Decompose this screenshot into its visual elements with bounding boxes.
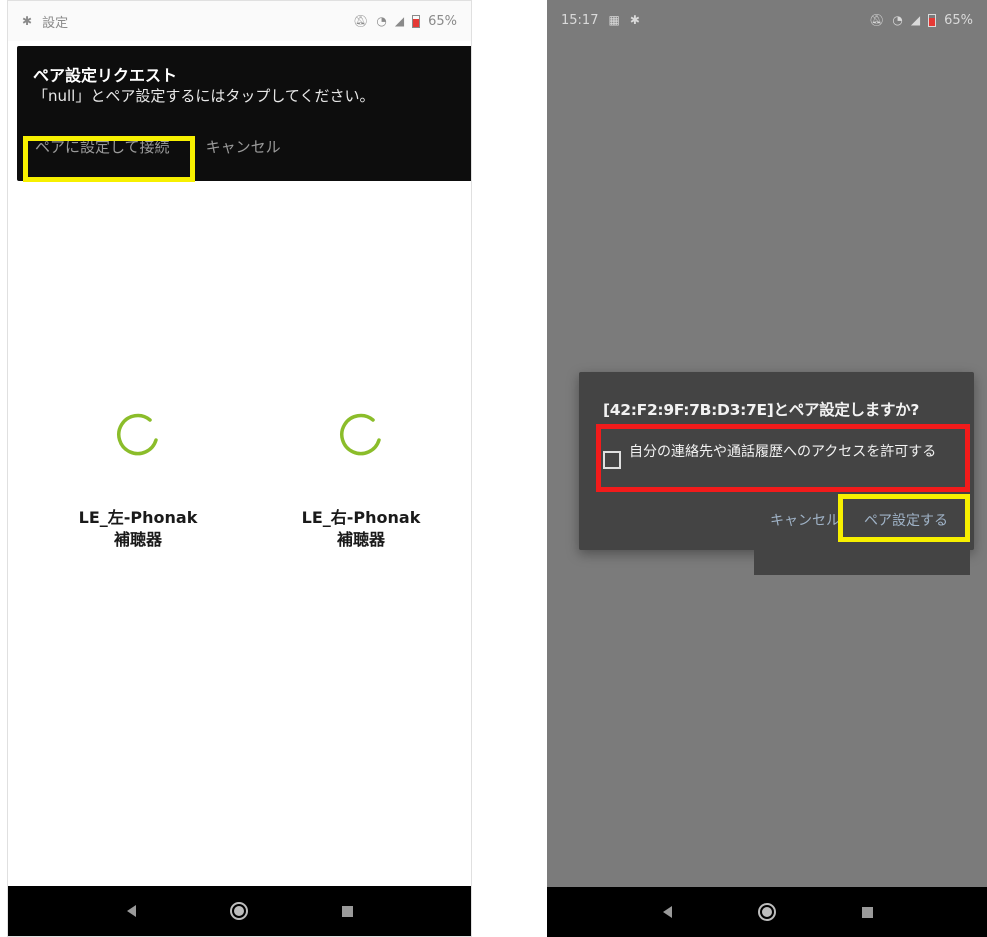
notification-title: ペア設定リクエスト bbox=[33, 66, 178, 85]
right-phone-screen: 15:17 ▦ ✱ 🔕︎ ◔ ◢ 65% [42:F2:9F:7B:D3:7E]… bbox=[547, 0, 987, 937]
battery-icon bbox=[928, 13, 937, 27]
notification-body: 「null」とペア設定するにはタップしてください。 bbox=[33, 87, 375, 105]
status-app-label: 設定 bbox=[42, 15, 69, 31]
loading-spinner-icon bbox=[340, 413, 381, 456]
dialog-title: [42:F2:9F:7B:D3:7E]とペア設定しますか? bbox=[603, 401, 920, 419]
status-bar: ✱ 設定 🔕︎ ◔ ◢ 65% bbox=[8, 1, 471, 41]
back-icon bbox=[127, 905, 137, 917]
navigation-bar bbox=[547, 887, 987, 937]
home-button[interactable] bbox=[752, 897, 782, 927]
battery-icon bbox=[412, 14, 421, 28]
dialog-cancel-button[interactable]: キャンセル bbox=[766, 507, 844, 533]
recents-icon bbox=[341, 905, 353, 917]
home-icon bbox=[758, 903, 776, 921]
status-bar: 15:17 ▦ ✱ 🔕︎ ◔ ◢ 65% bbox=[547, 0, 987, 40]
wifi-icon: ◔ bbox=[376, 14, 387, 28]
highlight-pair-button bbox=[838, 494, 970, 542]
device-type: 補聴器 bbox=[336, 530, 385, 549]
wifi-icon: ◔ bbox=[892, 13, 903, 27]
highlight-pair-and-connect bbox=[23, 136, 195, 182]
signal-icon: ◢ bbox=[910, 13, 921, 27]
home-icon bbox=[230, 902, 249, 920]
calendar-icon: ▦ bbox=[608, 13, 620, 27]
back-button[interactable] bbox=[652, 897, 682, 927]
status-time: 15:17 bbox=[561, 12, 599, 28]
device-name: LE_左-Phonak bbox=[78, 508, 198, 527]
left-phone-screen: ✱ 設定 🔕︎ ◔ ◢ 65% ペア設定リクエスト 「null」とペア設定するに… bbox=[7, 0, 472, 937]
recents-button[interactable] bbox=[852, 897, 882, 927]
loading-spinner-icon bbox=[117, 413, 158, 456]
device-name: LE_右-Phonak bbox=[301, 508, 421, 527]
mute-icon: 🔕︎ bbox=[869, 13, 885, 27]
battery-percent: 65% bbox=[428, 13, 457, 29]
signal-icon: ◢ bbox=[394, 14, 405, 28]
highlight-contacts-access bbox=[596, 424, 970, 492]
navigation-bar bbox=[8, 886, 471, 936]
notification-cancel-button[interactable]: キャンセル bbox=[198, 132, 289, 161]
recents-button[interactable] bbox=[332, 896, 362, 926]
device-right-hearing-aid[interactable]: LE_右-Phonak 補聴器 bbox=[271, 411, 451, 551]
recents-icon bbox=[861, 906, 873, 918]
dialog-overlap-panel bbox=[754, 550, 970, 575]
home-button[interactable] bbox=[224, 896, 254, 926]
back-icon bbox=[662, 906, 672, 918]
bluetooth-icon: ✱ bbox=[629, 13, 640, 27]
battery-percent: 65% bbox=[944, 12, 973, 28]
device-left-hearing-aid[interactable]: LE_左-Phonak 補聴器 bbox=[48, 411, 228, 551]
device-type: 補聴器 bbox=[113, 530, 162, 549]
bluetooth-icon: ✱ bbox=[22, 14, 33, 28]
mute-icon: 🔕︎ bbox=[353, 14, 369, 28]
back-button[interactable] bbox=[117, 896, 147, 926]
